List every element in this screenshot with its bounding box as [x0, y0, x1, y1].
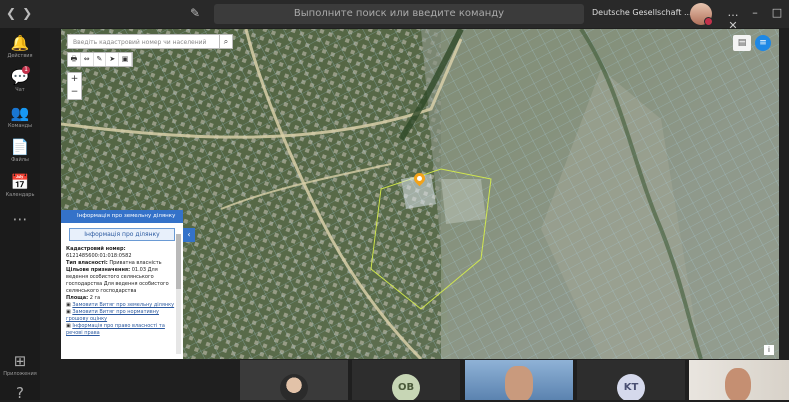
more-icon: ⋯ [12, 210, 28, 228]
rail-item-help[interactable]: ? [0, 384, 40, 402]
rail-item-more[interactable]: ⋯ [0, 210, 40, 228]
nav-arrows[interactable]: ❮❯ [6, 6, 38, 20]
profile-avatar[interactable] [690, 3, 713, 26]
participant-video [280, 374, 308, 400]
rail-item-chat[interactable]: 💬 1 Чат [0, 66, 40, 93]
participant-avatar: KT [617, 374, 645, 400]
panel-header: Інформація про земельну ділянку [61, 210, 183, 223]
rail-item-teams[interactable]: 👥 Команды [0, 104, 40, 129]
participant-video [725, 368, 751, 400]
cadastral-label: Кадастровий номер: [66, 246, 126, 252]
screenshot-icon[interactable]: ▣ [119, 53, 132, 66]
zoom-control: + − [67, 72, 82, 100]
presence-badge [704, 17, 713, 26]
app-rail: 🔔 Действия 💬 1 Чат 👥 Команды 📄 Файлы 📅 К… [0, 28, 40, 402]
parcel-info-panel: Інформація про земельну ділянку Інформац… [61, 210, 183, 359]
file-icon: 📄 [10, 138, 30, 156]
area-label: Площа: [66, 295, 89, 301]
search-input[interactable]: Выполните поиск или введите команду [214, 4, 584, 24]
cadastral-value: 6121485600:01:018:0582 [66, 253, 132, 259]
map-toolbar: 🖶 ⇔ ✎ ➤ ▣ [67, 52, 133, 67]
pointer-icon[interactable]: ➤ [106, 53, 120, 66]
collapse-panel-button[interactable]: ‹ [183, 228, 195, 242]
help-icon: ? [16, 384, 24, 402]
minimize-icon[interactable]: – [744, 6, 766, 19]
panel-scrollbar[interactable] [176, 234, 181, 354]
apps-icon: ⊞ [13, 352, 27, 370]
participant-strip: OB KT [240, 360, 789, 400]
forward-icon[interactable]: ❯ [22, 6, 38, 20]
rail-item-label: Команды [7, 123, 33, 129]
layers-icon[interactable]: ▤ [733, 35, 751, 51]
maximize-icon[interactable]: □ [766, 6, 788, 19]
parcel-details: Кадастровий номер: 6121485600:01:018:058… [61, 244, 183, 337]
ownership-link[interactable]: ▣ Інформація про право власності та речо… [66, 323, 179, 337]
unread-badge: 1 [22, 66, 30, 74]
participant-video [505, 366, 533, 400]
chat-icon: 💬 [10, 68, 30, 86]
draw-icon[interactable]: ✎ [94, 53, 107, 66]
menu-icon[interactable]: ≡ [755, 35, 771, 51]
participant-tile[interactable]: KT [577, 360, 685, 400]
zoom-in-button[interactable]: + [68, 73, 81, 86]
participant-tile[interactable] [240, 360, 348, 400]
rail-item-files[interactable]: 📄 Файлы [0, 138, 40, 163]
title-bar: ❮❯ ✎ Выполните поиск или введите команду… [0, 0, 789, 32]
measure-icon[interactable]: ⇔ [81, 53, 94, 66]
participant-tile[interactable] [465, 360, 573, 400]
rail-item-apps[interactable]: ⊞ Приложения [0, 352, 40, 377]
rail-item-label: Файлы [11, 157, 29, 163]
participant-tile[interactable]: OB [352, 360, 460, 400]
compose-icon[interactable]: ✎ [190, 6, 200, 20]
ownership-value: Приватна власність [109, 260, 162, 266]
bell-icon: 🔔 [10, 34, 30, 52]
rail-item-calendar[interactable]: 📅 Календарь [0, 173, 40, 198]
extract-link[interactable]: ▣ Замовити Витяг про земельну ділянку [66, 302, 179, 309]
org-name: Deutsche Gesellschaft ... [592, 8, 692, 17]
cadastral-map[interactable]: Введіть кадастровий номер чи населений п… [61, 29, 779, 359]
ownership-label: Тип власності: [66, 260, 108, 266]
rail-item-label: Приложения [3, 371, 37, 377]
purpose-label: Цільове призначення: [66, 267, 131, 273]
teams-icon: 👥 [10, 104, 30, 122]
print-icon[interactable]: 🖶 [68, 53, 81, 66]
tab-parcel-info[interactable]: Інформація про ділянку [69, 228, 175, 241]
participant-avatar: OB [392, 374, 420, 400]
info-icon[interactable]: i [764, 345, 774, 355]
back-icon[interactable]: ❮ [6, 6, 22, 20]
rail-item-label: Чат [15, 87, 25, 93]
search-icon[interactable]: ⌕ [219, 34, 233, 49]
rail-item-label: Действия [7, 53, 33, 59]
zoom-out-button[interactable]: − [68, 86, 81, 99]
valuation-link[interactable]: ▣ Замовити Витяг про нормативну грошову … [66, 309, 179, 323]
rail-item-activity[interactable]: 🔔 Действия [0, 34, 40, 59]
more-icon[interactable]: … [722, 6, 744, 19]
calendar-icon: 📅 [10, 173, 30, 191]
area-value: 2 га [89, 295, 101, 301]
org-switcher[interactable]: Deutsche Gesellschaft ... ⌄ [592, 8, 701, 17]
participant-tile[interactable] [689, 360, 789, 400]
cadastral-search-input[interactable]: Введіть кадастровий номер чи населений п… [67, 34, 227, 61]
rail-item-label: Календарь [5, 192, 35, 198]
